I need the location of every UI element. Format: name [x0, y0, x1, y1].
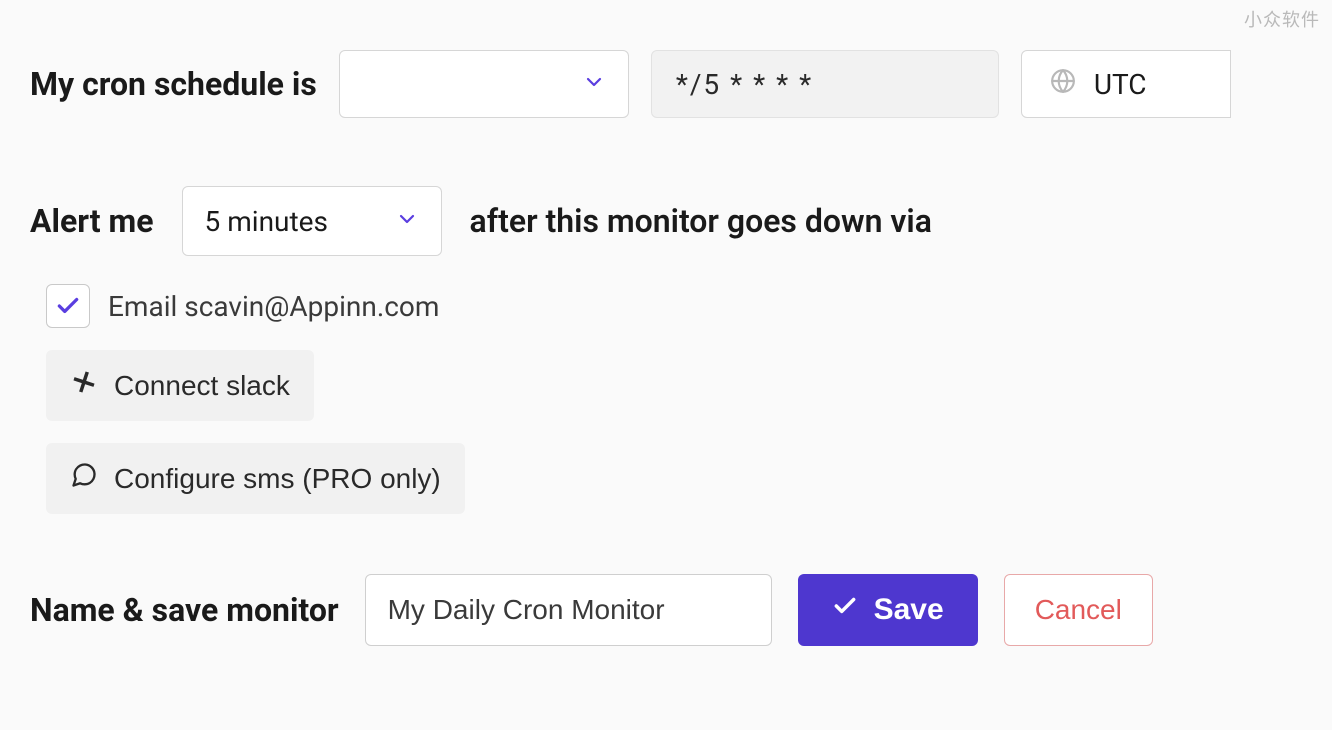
timezone-select[interactable]: UTC	[1021, 50, 1231, 118]
watermark-text: 小众软件	[1244, 6, 1320, 32]
connect-slack-button[interactable]: Connect slack	[46, 350, 314, 421]
alert-row: Alert me 5 minutes after this monitor go…	[30, 186, 1302, 256]
name-save-label: Name & save monitor	[30, 591, 339, 629]
email-channel-row: Email scavin@Appinn.com	[46, 284, 1302, 328]
cancel-button-label: Cancel	[1035, 594, 1122, 625]
chat-icon	[70, 461, 98, 496]
alert-delay-value: 5 minutes	[205, 205, 328, 238]
schedule-row: My cron schedule is */5 * * * * UTC	[30, 50, 1302, 118]
cron-expression-input[interactable]: */5 * * * *	[651, 50, 999, 118]
schedule-type-select[interactable]	[339, 50, 629, 118]
schedule-label: My cron schedule is	[30, 65, 317, 103]
email-checkbox[interactable]	[46, 284, 90, 328]
slack-icon	[70, 368, 98, 403]
timezone-value: UTC	[1094, 68, 1147, 101]
save-row: Name & save monitor Save Cancel	[30, 574, 1302, 646]
check-icon	[55, 293, 81, 319]
form-container: My cron schedule is */5 * * * * UTC Aler…	[0, 0, 1332, 676]
save-button[interactable]: Save	[798, 574, 978, 646]
alert-suffix-label: after this monitor goes down via	[470, 202, 932, 240]
check-icon	[832, 593, 858, 627]
slack-button-label: Connect slack	[114, 370, 290, 402]
alert-delay-select[interactable]: 5 minutes	[182, 186, 442, 256]
globe-icon	[1050, 68, 1076, 101]
cancel-button[interactable]: Cancel	[1004, 574, 1153, 646]
chevron-down-icon	[582, 68, 606, 101]
email-label: Email scavin@Appinn.com	[108, 290, 439, 323]
sms-button-label: Configure sms (PRO only)	[114, 463, 441, 495]
cron-expression-value: */5 * * * *	[676, 68, 813, 101]
configure-sms-button[interactable]: Configure sms (PRO only)	[46, 443, 465, 514]
chevron-down-icon	[395, 205, 419, 238]
alert-prefix-label: Alert me	[30, 202, 154, 240]
monitor-name-input[interactable]	[365, 574, 772, 646]
alert-channels: Email scavin@Appinn.com Connect slack Co…	[46, 284, 1302, 514]
save-button-label: Save	[874, 593, 944, 627]
